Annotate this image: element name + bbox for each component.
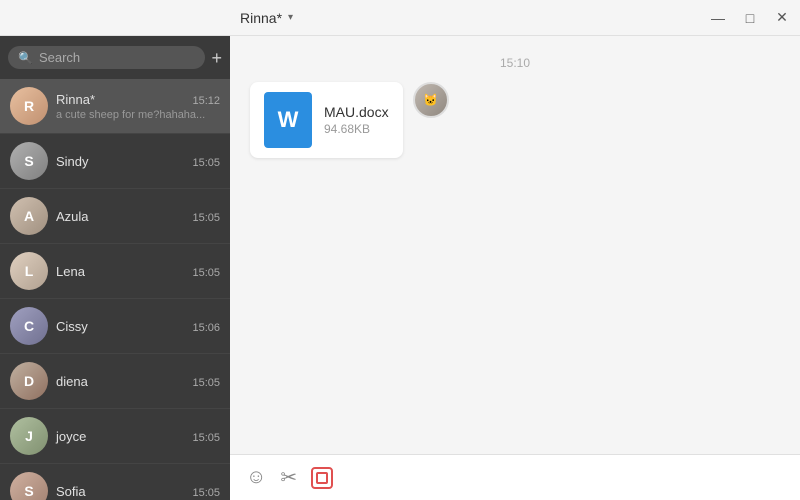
sidebar: 🔍 + R Rinna* 15:12 a cute sheep for me?h…: [0, 36, 230, 500]
contact-name: Cissy: [56, 319, 88, 334]
avatar: A: [10, 197, 48, 235]
main-content: 🔍 + R Rinna* 15:12 a cute sheep for me?h…: [0, 36, 800, 500]
contact-time: 15:05: [192, 157, 220, 169]
contact-name: Sindy: [56, 154, 89, 169]
file-bubble[interactable]: W MAU.docx 94.68KB: [250, 82, 403, 158]
minimize-button[interactable]: —: [708, 8, 728, 28]
contact-time: 15:05: [192, 432, 220, 444]
contact-time: 15:05: [192, 487, 220, 499]
sender-avatar: 🐱: [413, 82, 449, 118]
message-row: W MAU.docx 94.68KB 🐱: [250, 82, 780, 158]
contact-time: 15:05: [192, 377, 220, 389]
avatar: R: [10, 87, 48, 125]
maximize-button[interactable]: □: [740, 8, 760, 28]
contact-info: diena 15:05: [56, 374, 220, 389]
search-icon: 🔍: [18, 51, 33, 65]
search-input[interactable]: [39, 50, 196, 65]
word-file-icon: W: [264, 92, 312, 148]
contact-item-lena[interactable]: L Lena 15:05: [0, 244, 230, 299]
contact-name: diena: [56, 374, 88, 389]
file-name: MAU.docx: [324, 104, 389, 120]
avatar: S: [10, 472, 48, 500]
contact-item-sindy[interactable]: S Sindy 15:05: [0, 134, 230, 189]
contact-item-joyce[interactable]: J joyce 15:05: [0, 409, 230, 464]
file-info: MAU.docx 94.68KB: [324, 104, 389, 136]
contact-item-azula[interactable]: A Azula 15:05: [0, 189, 230, 244]
contact-info: Sofia 15:05: [56, 484, 220, 499]
contact-name: Azula: [56, 209, 89, 224]
avatar: C: [10, 307, 48, 345]
contact-item-sofia[interactable]: S Sofia 15:05: [0, 464, 230, 500]
contact-info: Lena 15:05: [56, 264, 220, 279]
contact-item-cissy[interactable]: C Cissy 15:06: [0, 299, 230, 354]
chat-toolbar: ☺ ✂: [230, 454, 800, 500]
contact-time: 15:06: [192, 322, 220, 334]
chat-messages: 15:10 W MAU.docx 94.68KB 🐱: [230, 36, 800, 454]
contact-item-diena[interactable]: D diena 15:05: [0, 354, 230, 409]
contact-info: Cissy 15:06: [56, 319, 220, 334]
avatar: D: [10, 362, 48, 400]
scissors-icon[interactable]: ✂: [280, 465, 297, 490]
contact-time: 15:12: [192, 95, 220, 107]
contact-name: joyce: [56, 429, 86, 444]
contact-preview: a cute sheep for me?hahaha...: [56, 109, 220, 121]
window-controls: — □ ✕: [708, 8, 792, 28]
emoji-button[interactable]: ☺: [246, 466, 266, 489]
contact-info: joyce 15:05: [56, 429, 220, 444]
copy-icon-inner: [316, 472, 328, 484]
contact-info: Azula 15:05: [56, 209, 220, 224]
search-bar: 🔍 +: [0, 36, 230, 79]
file-size: 94.68KB: [324, 122, 389, 136]
avatar: S: [10, 142, 48, 180]
avatar: L: [10, 252, 48, 290]
chat-title: Rinna*: [240, 10, 282, 26]
add-contact-button[interactable]: +: [211, 49, 222, 67]
contact-info: Rinna* 15:12 a cute sheep for me?hahaha.…: [56, 92, 220, 121]
app-window: Rinna* ▾ — □ ✕ 🔍 + R: [0, 0, 800, 500]
contact-time: 15:05: [192, 267, 220, 279]
contact-info: Sindy 15:05: [56, 154, 220, 169]
contact-time: 15:05: [192, 212, 220, 224]
avatar: J: [10, 417, 48, 455]
message-timestamp: 15:10: [250, 56, 780, 70]
close-button[interactable]: ✕: [772, 8, 792, 28]
chat-area: 15:10 W MAU.docx 94.68KB 🐱: [230, 36, 800, 500]
contact-item-rinna[interactable]: R Rinna* 15:12 a cute sheep for me?hahah…: [0, 79, 230, 134]
title-bar: Rinna* ▾ — □ ✕: [0, 0, 800, 36]
contact-name: Sofia: [56, 484, 86, 499]
search-input-wrap[interactable]: 🔍: [8, 46, 205, 69]
contact-name: Rinna*: [56, 92, 95, 107]
chevron-down-icon[interactable]: ▾: [288, 12, 293, 23]
title-bar-left: Rinna* ▾: [0, 10, 293, 26]
contact-list: R Rinna* 15:12 a cute sheep for me?hahah…: [0, 79, 230, 500]
contact-name: Lena: [56, 264, 85, 279]
copy-paste-button[interactable]: [311, 467, 333, 489]
